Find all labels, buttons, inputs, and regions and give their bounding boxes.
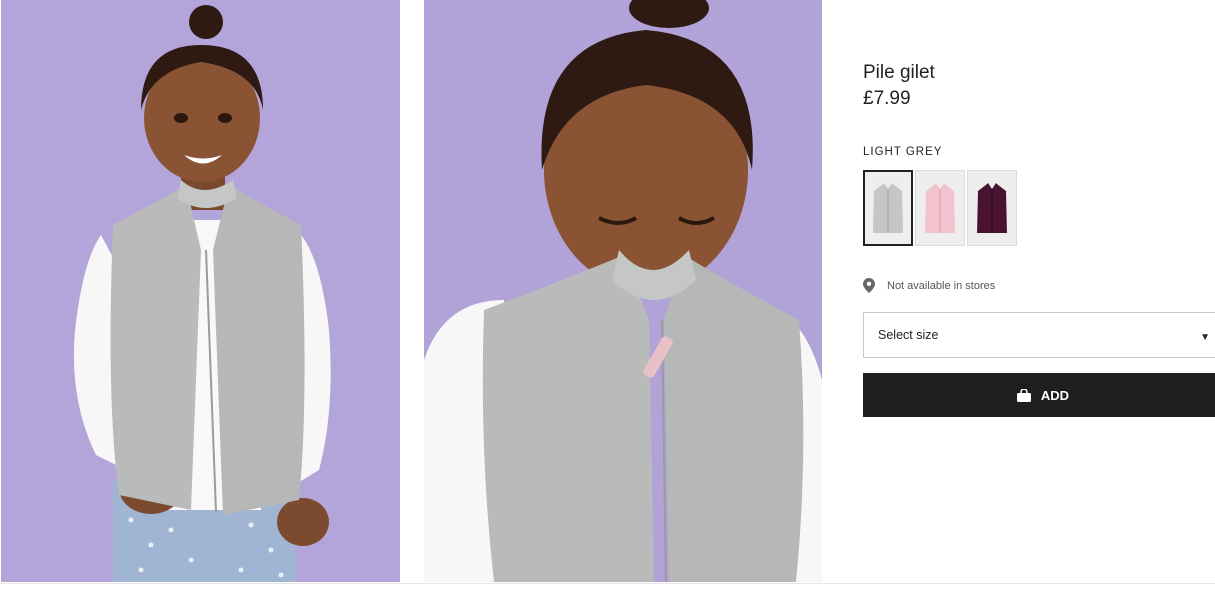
size-select-label: Select size	[878, 328, 939, 342]
availability-text: Not available in stores	[887, 279, 996, 292]
gilet-pink-thumbnail	[925, 183, 955, 233]
add-button-label: ADD	[1040, 387, 1070, 403]
swatch-light-pink[interactable]	[915, 170, 965, 246]
page-divider	[0, 583, 1215, 584]
swatch-light-grey[interactable]	[863, 170, 913, 246]
gilet-grey-thumbnail	[873, 183, 903, 233]
model-closeup-illustration	[424, 0, 822, 582]
selected-color-label: LIGHT GREY	[863, 146, 943, 158]
product-image-closeup[interactable]	[424, 0, 822, 582]
product-info-panel: Pile gilet £7.99 LIGHT GREY Not availabl…	[863, 0, 1215, 582]
size-select[interactable]: Select size ▼	[863, 312, 1215, 358]
model-full-illustration	[1, 0, 400, 582]
product-price: £7.99	[863, 88, 911, 109]
product-image-full[interactable]	[1, 0, 400, 582]
shopping-bag-icon	[1016, 388, 1031, 402]
store-availability: Not available in stores	[863, 278, 995, 293]
product-title: Pile gilet	[863, 62, 935, 83]
add-to-bag-button[interactable]: ADD	[863, 373, 1215, 417]
location-pin-icon	[863, 278, 875, 293]
gilet-plum-thumbnail	[977, 183, 1007, 233]
color-swatches	[863, 170, 1019, 246]
swatch-plum[interactable]	[967, 170, 1017, 246]
chevron-down-icon: ▼	[1200, 332, 1210, 343]
